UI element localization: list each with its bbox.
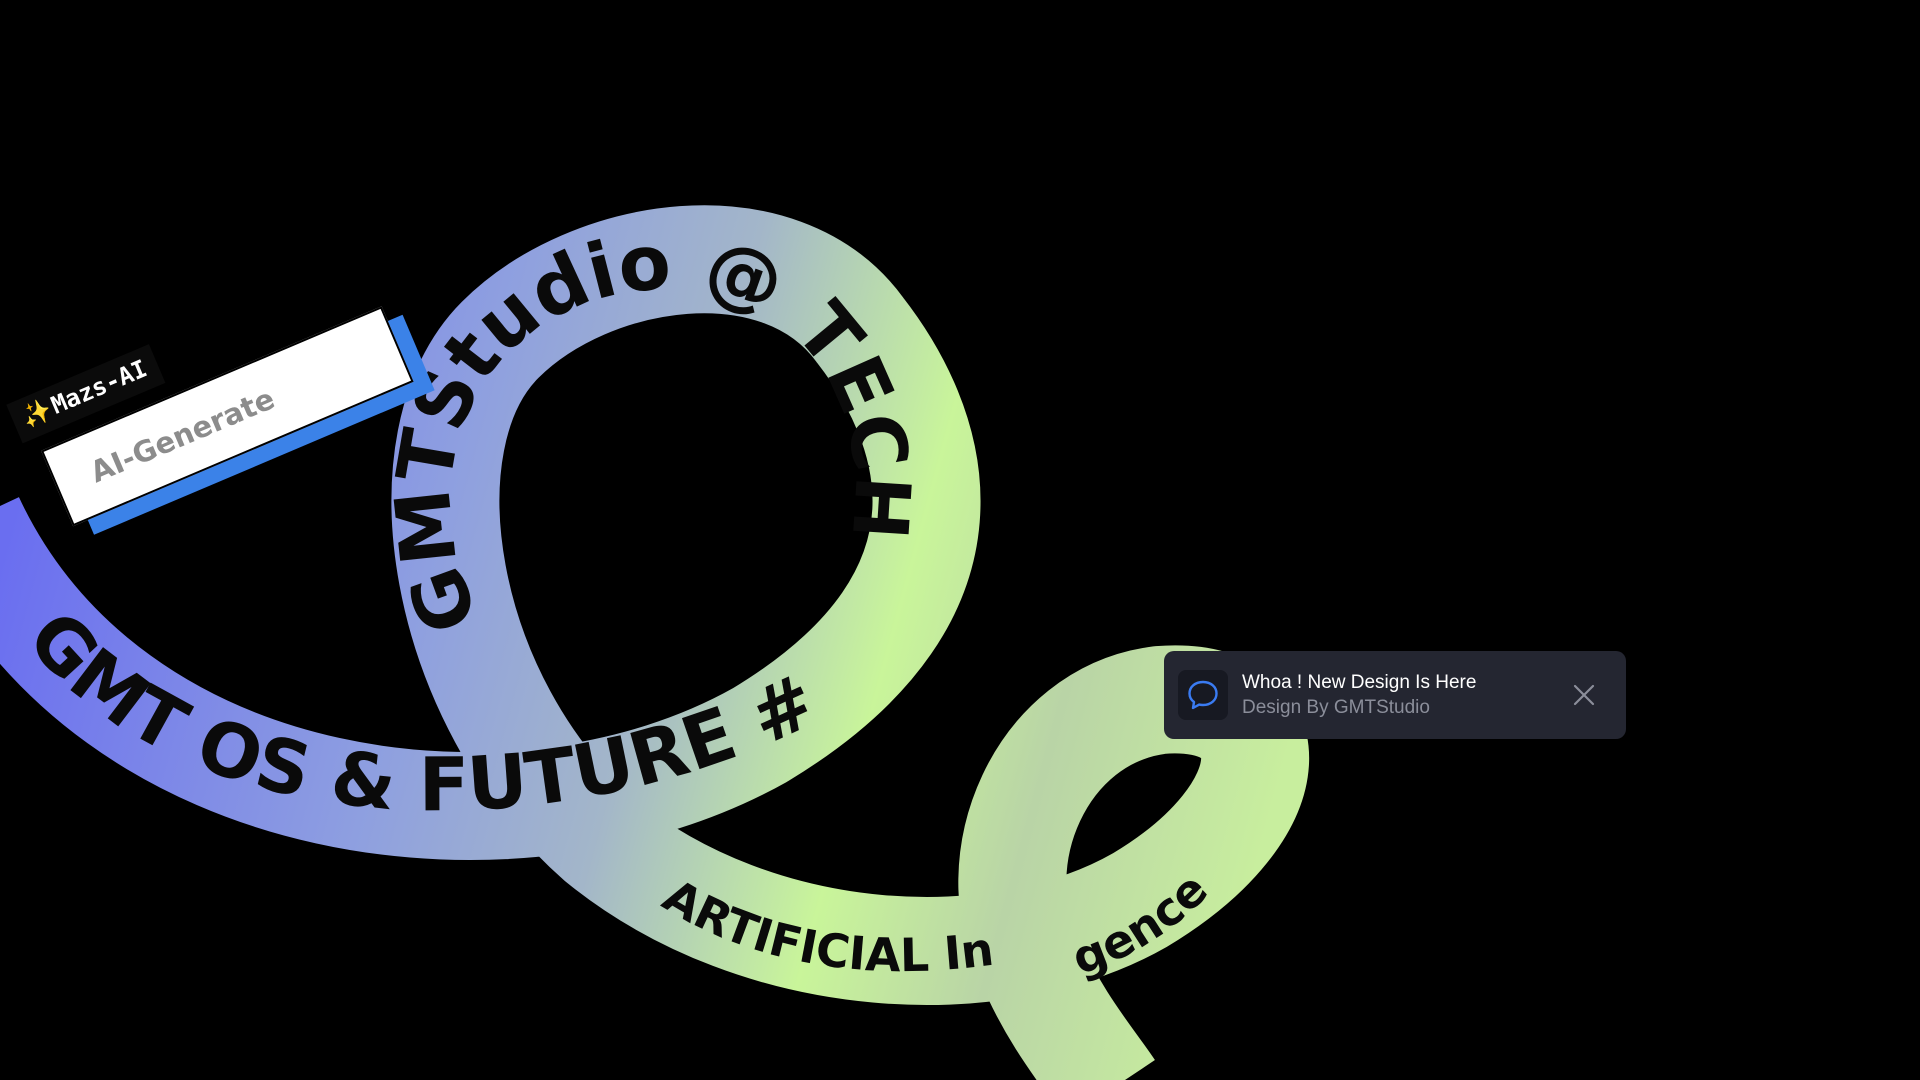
toast-title: Whoa ! New Design Is Here bbox=[1242, 672, 1477, 693]
canvas: GMTStudio @ TECH GMT OS & FUTURE # ARTIF… bbox=[0, 0, 1920, 1080]
toast-subtitle: Design By GMTStudio bbox=[1242, 697, 1430, 718]
chat-bubble-icon bbox=[1188, 680, 1218, 710]
ribbon-band bbox=[0, 205, 1310, 1080]
ribbon-graphic: GMTStudio @ TECH GMT OS & FUTURE # ARTIF… bbox=[0, 0, 1310, 1080]
toast-texts: Whoa ! New Design Is Here Design By GMTS… bbox=[1242, 670, 1566, 720]
close-icon bbox=[1573, 684, 1595, 706]
toast-icon-box bbox=[1178, 670, 1228, 720]
toast-close-button[interactable] bbox=[1566, 677, 1602, 713]
notification-toast[interactable]: Whoa ! New Design Is Here Design By GMTS… bbox=[1164, 651, 1626, 739]
